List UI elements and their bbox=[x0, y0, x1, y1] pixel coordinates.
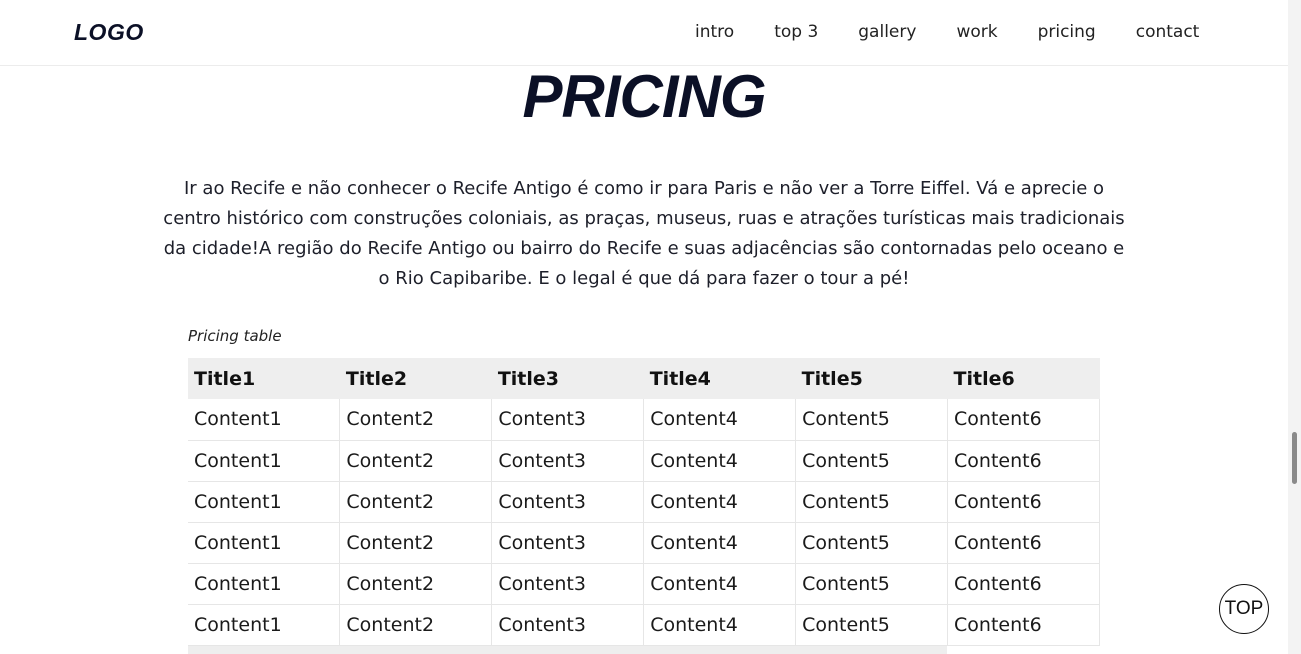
section-intro: Ir ao Recife e não conhecer o Recife Ant… bbox=[163, 178, 1125, 289]
table-cell: Content4 bbox=[643, 563, 797, 605]
page: LOGO intro top 3 gallery work pricing co… bbox=[0, 0, 1301, 654]
table-cell: Content5 bbox=[795, 440, 949, 482]
scrollbar-thumb[interactable] bbox=[1292, 432, 1297, 484]
site-header: LOGO intro top 3 gallery work pricing co… bbox=[0, 0, 1288, 66]
table-row: Content1 Content2 Content3 Content4 Content5… bbox=[188, 604, 1100, 646]
nav-link-top-3[interactable]: top 3 bbox=[774, 21, 818, 43]
table-cell: Content3 bbox=[491, 481, 645, 523]
table-header-cell: Title3 bbox=[491, 358, 644, 399]
table-row: Content1 Content2 Content3 Content4 Content5… bbox=[188, 481, 1100, 523]
table-header-cell: Title4 bbox=[643, 358, 796, 399]
table-cell: Content1 bbox=[188, 440, 341, 482]
table-cell: Content3 bbox=[491, 604, 645, 646]
table-cell: Content4 bbox=[643, 481, 797, 523]
table-cell: Content5 bbox=[795, 481, 949, 523]
section-title: PRICING bbox=[522, 63, 766, 130]
table-cell: Content5 bbox=[795, 604, 949, 646]
table-cell: Content1 bbox=[188, 481, 341, 523]
table-cell: Content3 bbox=[491, 399, 645, 441]
table-cell: Content3 bbox=[491, 563, 645, 605]
back-to-top-button[interactable]: TOP bbox=[1219, 584, 1269, 634]
table-cell: Content1 bbox=[188, 563, 341, 605]
table-cell: Content4 bbox=[643, 399, 797, 441]
table-cell: Content2 bbox=[339, 604, 493, 646]
table-cell: Content6 bbox=[947, 440, 1100, 482]
table-cell: Content6 bbox=[947, 563, 1100, 605]
table-caption: Pricing table bbox=[188, 327, 282, 345]
table-cell: Content6 bbox=[947, 399, 1100, 441]
table-cell: Content2 bbox=[339, 440, 493, 482]
table-cell: Content6 bbox=[947, 522, 1100, 564]
table-header-row: Title1 Title2 Title3 Title4 Title5 Title… bbox=[188, 358, 1100, 399]
page-scrollbar[interactable] bbox=[1288, 0, 1301, 654]
table-cell: Content1 bbox=[188, 522, 341, 564]
table-row: Content1 Content2 Content3 Content4 Content5… bbox=[188, 563, 1100, 605]
table-cell: Content4 bbox=[643, 440, 797, 482]
table-cell: Content3 bbox=[491, 440, 645, 482]
table-header-cell: Title5 bbox=[795, 358, 948, 399]
table-body: Content1 Content2 Content3 Content4 Content5… bbox=[188, 399, 1100, 646]
table-cell: Content5 bbox=[795, 522, 949, 564]
table-header-cell: Title1 bbox=[188, 358, 340, 399]
table-cell: Content2 bbox=[339, 563, 493, 605]
table-footer bbox=[188, 646, 947, 654]
table-cell: Content2 bbox=[339, 481, 493, 523]
table-header-cell: Title2 bbox=[339, 358, 492, 399]
table-cell: Content4 bbox=[643, 604, 797, 646]
table-cell: Content2 bbox=[339, 522, 493, 564]
nav-link-intro[interactable]: intro bbox=[695, 21, 734, 43]
table-cell: Content5 bbox=[795, 563, 949, 605]
table-row: Content1 Content2 Content3 Content4 Content5… bbox=[188, 399, 1100, 441]
table-cell: Content6 bbox=[947, 604, 1100, 646]
nav-link-gallery[interactable]: gallery bbox=[858, 21, 916, 43]
table-cell: Content4 bbox=[643, 522, 797, 564]
nav-link-work[interactable]: work bbox=[956, 21, 997, 43]
nav-link-contact[interactable]: contact bbox=[1136, 21, 1200, 43]
table-row: Content1 Content2 Content3 Content4 Content5… bbox=[188, 522, 1100, 564]
table-cell: Content2 bbox=[339, 399, 493, 441]
table-cell: Content1 bbox=[188, 399, 341, 441]
pricing-table: Title1 Title2 Title3 Title4 Title5 Title… bbox=[188, 358, 1100, 646]
main-nav: intro top 3 gallery work pricing contact bbox=[695, 21, 1199, 43]
table-row: Content1 Content2 Content3 Content4 Content5… bbox=[188, 440, 1100, 482]
logo[interactable]: LOGO bbox=[74, 19, 144, 46]
table-cell: Content6 bbox=[947, 481, 1100, 523]
table-cell: Content1 bbox=[188, 604, 341, 646]
table-cell: Content3 bbox=[491, 522, 645, 564]
table-header-cell: Title6 bbox=[947, 358, 1100, 399]
nav-link-pricing[interactable]: pricing bbox=[1038, 21, 1096, 43]
pricing-table-container: Pricing table Title1 Title2 Title3 Title… bbox=[188, 325, 1100, 646]
table-cell: Content5 bbox=[795, 399, 949, 441]
